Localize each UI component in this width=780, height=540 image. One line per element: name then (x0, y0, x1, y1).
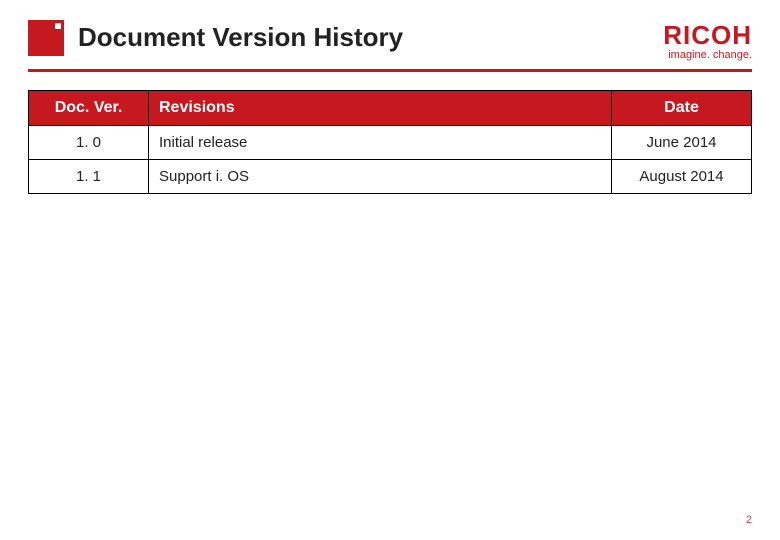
cell-doc-ver: 1. 1 (29, 160, 149, 194)
page-number: 2 (746, 514, 752, 526)
brand-logo: RICOH imagine. change. (663, 18, 752, 61)
cell-date: August 2014 (612, 160, 752, 194)
table-row: 1. 0 Initial release June 2014 (29, 126, 752, 160)
title-wrap: Document Version History (28, 18, 403, 56)
brand-name: RICOH (663, 20, 752, 51)
version-history-table: Doc. Ver. Revisions Date 1. 0 Initial re… (28, 90, 752, 194)
brand-tagline: imagine. change. (663, 49, 752, 61)
title-bullet-icon (28, 20, 64, 56)
header: Document Version History RICOH imagine. … (28, 18, 752, 61)
table-header-row: Doc. Ver. Revisions Date (29, 91, 752, 126)
cell-date: June 2014 (612, 126, 752, 160)
table-row: 1. 1 Support i. OS August 2014 (29, 160, 752, 194)
col-header-revisions: Revisions (149, 91, 612, 126)
page-title: Document Version History (78, 22, 403, 53)
slide: Document Version History RICOH imagine. … (0, 0, 780, 540)
col-header-date: Date (612, 91, 752, 126)
cell-revisions: Initial release (149, 126, 612, 160)
header-divider (28, 69, 752, 72)
col-header-doc-ver: Doc. Ver. (29, 91, 149, 126)
cell-doc-ver: 1. 0 (29, 126, 149, 160)
cell-revisions: Support i. OS (149, 160, 612, 194)
